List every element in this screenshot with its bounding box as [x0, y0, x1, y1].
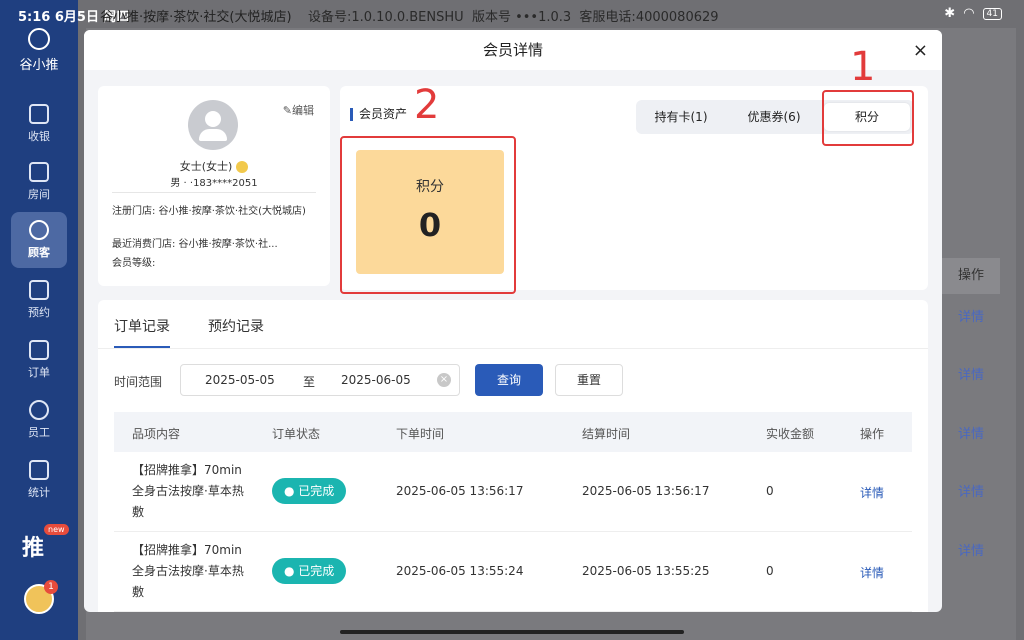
date-range-picker[interactable]: 2025-05-05 至 2025-06-05 ×: [180, 364, 460, 396]
bg-detail-link[interactable]: 详情: [942, 306, 1000, 325]
annotation-number-2: 2: [414, 82, 440, 128]
divider: [98, 348, 928, 349]
sidebar-item-staff[interactable]: 员工: [11, 392, 67, 448]
sidebar-item-stats[interactable]: 统计: [11, 452, 67, 508]
sidebar-item-rooms[interactable]: 房间: [11, 154, 67, 210]
column-header: 品项内容: [132, 427, 181, 441]
wifi-icon: ◠: [963, 6, 975, 21]
divider: [112, 192, 316, 193]
cashier-icon: [29, 104, 49, 124]
battery-icon: 41: [982, 7, 1002, 20]
table-row: 【招牌推拿】70min全身古法按摩·草本热敷 ● 已完成 2025-06-05 …: [114, 452, 912, 532]
clipboard-icon: [29, 340, 49, 360]
user-icon: [29, 220, 49, 240]
home-icon: [29, 162, 49, 182]
orders-panel: 订单记录 预约记录 时间范围 2025-05-05 至 2025-06-05 ×…: [98, 300, 928, 612]
edit-button[interactable]: ✎编辑: [283, 102, 314, 118]
item-content: 【招牌推拿】70min全身古法按摩·草本热敷: [132, 463, 244, 519]
last-store: 最近消费门店: 谷小推·按摩·茶饮·社...: [112, 239, 278, 250]
sidebar-item-customers[interactable]: 顾客: [11, 212, 67, 268]
level-icon: [236, 161, 249, 173]
detail-link[interactable]: 详情: [860, 484, 884, 501]
modal-title: 会员详情: [84, 30, 942, 70]
table-header: 品项内容 订单状态 下单时间 结算时间 实收金额 操作: [114, 412, 912, 452]
member-name: 女士(女士): [98, 158, 330, 174]
sidebar: 谷小推 收银 房间 顾客 预约 订单 员工 统计 推 new 1: [0, 0, 78, 640]
detail-link[interactable]: 详情: [860, 564, 884, 581]
range-separator: 至: [303, 375, 316, 389]
bg-detail-link[interactable]: 详情: [942, 423, 1000, 442]
tab-cards[interactable]: 持有卡(1): [636, 100, 726, 134]
assets-title: 会员资产: [350, 108, 407, 121]
order-time: 2025-06-05 13:55:24: [396, 564, 524, 578]
status-store: 谷小推·按摩·茶饮·社交(大悦城店): [100, 10, 292, 25]
status-icons: ✱ ◠ 41: [944, 6, 1002, 21]
column-header: 下单时间: [396, 427, 445, 441]
member-avatar: [188, 100, 238, 150]
annotation-number-1: 1: [850, 44, 876, 90]
tab-booking-records[interactable]: 预约记录: [208, 316, 264, 346]
settle-time: 2025-06-05 13:55:25: [582, 564, 710, 578]
chart-icon: [29, 460, 49, 480]
amount: 0: [766, 564, 774, 578]
profile-card: ✎编辑 女士(女士) 男 · ·183****2051 注册门店: 谷小推·按摩…: [98, 86, 330, 286]
status-badge: ● 已完成: [272, 478, 347, 504]
range-label: 时间范围: [114, 375, 163, 389]
brand-logo: 谷小推: [10, 28, 68, 73]
tab-coupons[interactable]: 优惠券(6): [726, 100, 822, 134]
member-gender-phone: 男 · ·183****2051: [170, 178, 258, 189]
edit-icon: ✎: [282, 104, 292, 117]
table-row: 【招牌推拿】70min全身古法按摩·草本热敷 ● 已完成 2025-06-05 …: [114, 532, 912, 612]
sidebar-item-cashier[interactable]: 收银: [11, 96, 67, 152]
logo-icon: [28, 28, 50, 50]
close-button[interactable]: ×: [913, 40, 928, 61]
column-header: 操作: [860, 427, 885, 441]
member-level: 会员等级:: [112, 258, 156, 269]
notification-badge: 1: [44, 580, 58, 594]
bg-detail-link[interactable]: 详情: [942, 481, 1000, 500]
bg-detail-link[interactable]: 详情: [942, 540, 1000, 559]
sidebar-item-booking[interactable]: 预约: [11, 272, 67, 328]
end-date[interactable]: 2025-06-05: [341, 373, 411, 387]
annotation-box-1: [822, 90, 914, 146]
clear-icon[interactable]: ×: [437, 373, 451, 387]
promo-icon[interactable]: 推 new: [22, 524, 69, 562]
register-store: 注册门店: 谷小推·按摩·茶饮·社交(大悦城店): [112, 206, 306, 217]
annotation-box-2: [340, 136, 516, 294]
sidebar-item-orders[interactable]: 订单: [11, 332, 67, 388]
bluetooth-icon: ✱: [944, 6, 956, 21]
amount: 0: [766, 484, 774, 498]
calendar-icon: [29, 280, 49, 300]
column-header: 结算时间: [582, 427, 631, 441]
bg-detail-link[interactable]: 详情: [942, 364, 1000, 383]
staff-icon: [29, 400, 49, 420]
settle-time: 2025-06-05 13:56:17: [582, 484, 710, 498]
new-badge: new: [44, 524, 69, 535]
bg-op-header: 操作: [942, 258, 1000, 294]
start-date[interactable]: 2025-05-05: [205, 373, 275, 387]
column-header: 实收金额: [766, 427, 815, 441]
status-badge: ● 已完成: [272, 558, 347, 584]
column-header: 订单状态: [272, 427, 321, 441]
member-detail-modal: 会员详情 × ✎编辑 女士(女士) 男 · ·183****2051 注册门店:…: [84, 30, 942, 612]
home-indicator[interactable]: [340, 630, 684, 634]
query-button[interactable]: 查询: [475, 364, 543, 396]
reset-button[interactable]: 重置: [555, 364, 623, 396]
status-bar: 5:16 6月5日 周四 谷小推·按摩·茶饮·社交(大悦城店) 设备号:1.0.…: [0, 0, 1024, 28]
item-content: 【招牌推拿】70min全身古法按摩·草本热敷: [132, 543, 244, 599]
status-device-info: 设备号:1.0.10.0.BENSHU 版本号 •••1.0.3 客服电话:40…: [308, 10, 719, 25]
tab-order-records[interactable]: 订单记录: [114, 316, 170, 348]
order-time: 2025-06-05 13:56:17: [396, 484, 524, 498]
account-avatar[interactable]: 1: [24, 580, 58, 614]
